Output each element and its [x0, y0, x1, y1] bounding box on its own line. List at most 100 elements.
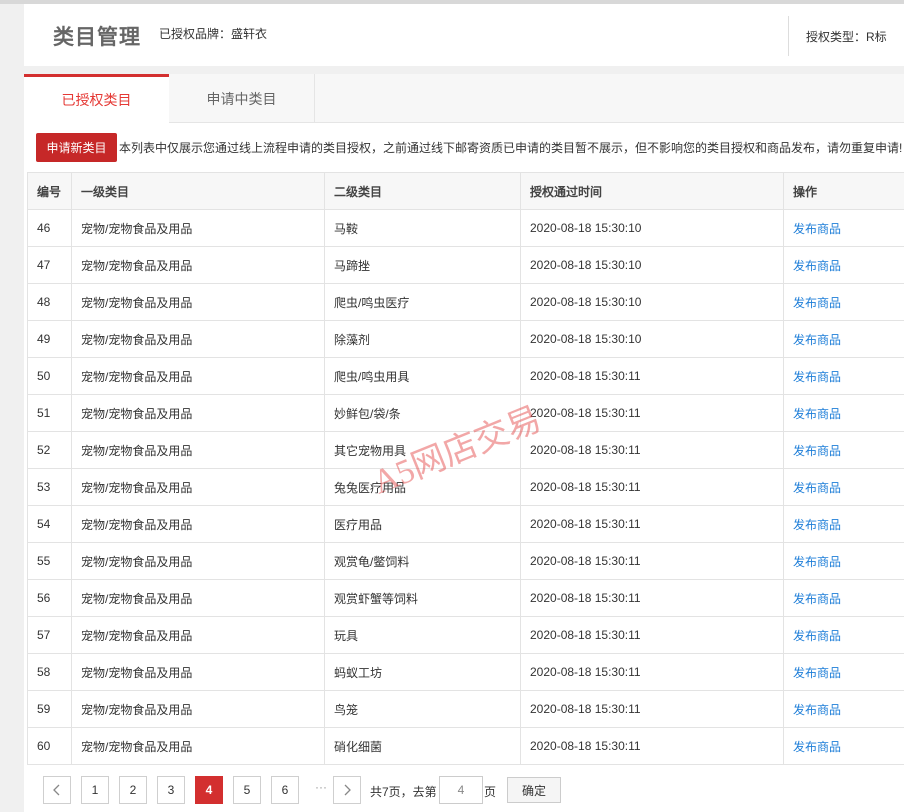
page-button-2[interactable]: 2 [119, 776, 147, 804]
page-title: 类目管理 [53, 26, 141, 49]
row-category2-cell: 妙鲜包/袋/条 [324, 394, 521, 432]
row-category1-cell: 宠物/宠物食品及用品 [71, 283, 325, 321]
row-category1-cell: 宠物/宠物食品及用品 [71, 394, 325, 432]
table-row: 54 宠物/宠物食品及用品 医疗用品 2020-08-18 15:30:11 发布商品 [27, 505, 904, 543]
page-header: 类目管理 已授权品牌：盛轩衣 授权类型：R标 [24, 4, 904, 66]
tab-authorized-categories[interactable]: 已授权类目 [24, 74, 169, 123]
row-approved-time-cell: 2020-08-18 15:30:10 [520, 283, 784, 321]
publish-product-link[interactable]: 发布商品 [783, 283, 904, 321]
total-pages-text: 共7页，去第 [370, 785, 437, 799]
row-id-cell: 57 [27, 616, 72, 654]
publish-product-link[interactable]: 发布商品 [783, 320, 904, 358]
notice-bar: 申请新类目 本列表中仅展示您通过线上流程申请的类目授权，之前通过线下邮寄资质已申… [24, 123, 904, 173]
row-category1-cell: 宠物/宠物食品及用品 [71, 690, 325, 728]
publish-product-link[interactable]: 发布商品 [783, 431, 904, 469]
row-approved-time-cell: 2020-08-18 15:30:10 [520, 246, 784, 284]
row-id-cell: 58 [27, 653, 72, 691]
row-category1-cell: 宠物/宠物食品及用品 [71, 246, 325, 284]
row-category1-cell: 宠物/宠物食品及用品 [71, 320, 325, 358]
row-id-cell: 48 [27, 283, 72, 321]
publish-product-link[interactable]: 发布商品 [783, 727, 904, 765]
page-button-4-current[interactable]: 4 [195, 776, 223, 804]
goto-confirm-button[interactable]: 确定 [507, 777, 561, 803]
publish-product-link[interactable]: 发布商品 [783, 579, 904, 617]
row-category2-cell: 硝化细菌 [324, 727, 521, 765]
page-button-6[interactable]: 6 [271, 776, 299, 804]
publish-product-link[interactable]: 发布商品 [783, 246, 904, 284]
publish-product-link[interactable]: 发布商品 [783, 394, 904, 432]
row-category2-cell: 兔兔医疗用品 [324, 468, 521, 506]
column-header-approved-time: 授权通过时间 [520, 172, 784, 210]
row-category1-cell: 宠物/宠物食品及用品 [71, 727, 325, 765]
table-row: 58 宠物/宠物食品及用品 蚂蚁工坊 2020-08-18 15:30:11 发布商品 [27, 653, 904, 691]
row-category1-cell: 宠物/宠物食品及用品 [71, 468, 325, 506]
row-id-cell: 54 [27, 505, 72, 543]
tab-pending-categories[interactable]: 申请中类目 [169, 74, 315, 122]
publish-product-link[interactable]: 发布商品 [783, 357, 904, 395]
authorization-type: 授权类型：R标 [806, 30, 887, 44]
row-category1-cell: 宠物/宠物食品及用品 [71, 505, 325, 543]
publish-product-link[interactable]: 发布商品 [783, 616, 904, 654]
row-id-cell: 59 [27, 690, 72, 728]
row-id-cell: 56 [27, 579, 72, 617]
row-category1-cell: 宠物/宠物食品及用品 [71, 542, 325, 580]
row-approved-time-cell: 2020-08-18 15:30:11 [520, 727, 784, 765]
table-row: 56 宠物/宠物食品及用品 观赏虾蟹等饲料 2020-08-18 15:30:11 发布… [27, 579, 904, 617]
publish-product-link[interactable]: 发布商品 [783, 209, 904, 247]
row-category1-cell: 宠物/宠物食品及用品 [71, 357, 325, 395]
category-table: 编号 一级类目 二级类目 授权通过时间 操作 46 宠物/宠物食品及用品 马鞍 202… [27, 172, 904, 765]
publish-product-link[interactable]: 发布商品 [783, 690, 904, 728]
apply-new-category-button[interactable]: 申请新类目 [36, 133, 117, 162]
table-row: 46 宠物/宠物食品及用品 马鞍 2020-08-18 15:30:10 发布商品 [27, 209, 904, 247]
row-category2-cell: 玩具 [324, 616, 521, 654]
page-button-1[interactable]: 1 [81, 776, 109, 804]
goto-page-input[interactable] [439, 776, 483, 804]
row-id-cell: 55 [27, 542, 72, 580]
publish-product-link[interactable]: 发布商品 [783, 653, 904, 691]
header-divider [788, 16, 789, 56]
row-category2-cell: 除藻剂 [324, 320, 521, 358]
chevron-right-icon [344, 784, 351, 796]
column-header-category2: 二级类目 [324, 172, 521, 210]
row-category2-cell: 观赏龟/鳖饲料 [324, 542, 521, 580]
prev-page-button[interactable] [43, 776, 71, 804]
table-row: 60 宠物/宠物食品及用品 硝化细菌 2020-08-18 15:30:11 发布商品 [27, 727, 904, 765]
page-button-5[interactable]: 5 [233, 776, 261, 804]
page-button-3[interactable]: 3 [157, 776, 185, 804]
publish-product-link[interactable]: 发布商品 [783, 468, 904, 506]
category-panel: 已授权类目 申请中类目 申请新类目 本列表中仅展示您通过线上流程申请的类目授权，… [24, 74, 904, 812]
row-category2-cell: 爬虫/鸣虫用具 [324, 357, 521, 395]
row-category2-cell: 马蹄挫 [324, 246, 521, 284]
table-row: 59 宠物/宠物食品及用品 鸟笼 2020-08-18 15:30:11 发布商品 [27, 690, 904, 728]
row-id-cell: 49 [27, 320, 72, 358]
publish-product-link[interactable]: 发布商品 [783, 505, 904, 543]
row-approved-time-cell: 2020-08-18 15:30:11 [520, 431, 784, 469]
row-approved-time-cell: 2020-08-18 15:30:11 [520, 579, 784, 617]
next-page-button[interactable] [333, 776, 361, 804]
table-row: 48 宠物/宠物食品及用品 爬虫/鸣虫医疗 2020-08-18 15:30:10 发布… [27, 283, 904, 321]
row-approved-time-cell: 2020-08-18 15:30:11 [520, 394, 784, 432]
chevron-left-icon [53, 784, 60, 796]
row-category1-cell: 宠物/宠物食品及用品 [71, 653, 325, 691]
table-row: 47 宠物/宠物食品及用品 马蹄挫 2020-08-18 15:30:10 发布商品 [27, 246, 904, 284]
column-header-category1: 一级类目 [71, 172, 325, 210]
row-category2-cell: 鸟笼 [324, 690, 521, 728]
row-category2-cell: 医疗用品 [324, 505, 521, 543]
row-category2-cell: 蚂蚁工坊 [324, 653, 521, 691]
row-approved-time-cell: 2020-08-18 15:30:11 [520, 653, 784, 691]
row-category1-cell: 宠物/宠物食品及用品 [71, 431, 325, 469]
row-approved-time-cell: 2020-08-18 15:30:11 [520, 542, 784, 580]
row-approved-time-cell: 2020-08-18 15:30:10 [520, 209, 784, 247]
row-category2-cell: 爬虫/鸣虫医疗 [324, 283, 521, 321]
table-header-row: 编号 一级类目 二级类目 授权通过时间 操作 [27, 172, 904, 210]
row-approved-time-cell: 2020-08-18 15:30:11 [520, 616, 784, 654]
notice-text: 本列表中仅展示您通过线上流程申请的类目授权，之前通过线下邮寄资质已申请的类目暂不… [119, 141, 903, 155]
row-category2-cell: 马鞍 [324, 209, 521, 247]
table-row: 57 宠物/宠物食品及用品 玩具 2020-08-18 15:30:11 发布商品 [27, 616, 904, 654]
column-header-id: 编号 [27, 172, 72, 210]
row-category1-cell: 宠物/宠物食品及用品 [71, 209, 325, 247]
row-id-cell: 50 [27, 357, 72, 395]
row-id-cell: 53 [27, 468, 72, 506]
publish-product-link[interactable]: 发布商品 [783, 542, 904, 580]
row-approved-time-cell: 2020-08-18 15:30:10 [520, 320, 784, 358]
